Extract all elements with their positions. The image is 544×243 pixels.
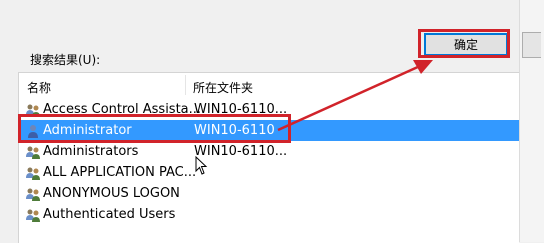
- dialog-background: [0, 0, 544, 30]
- item-name: ALL APPLICATION PAC...: [43, 165, 197, 180]
- list-item[interactable]: ANONYMOUS LOGON: [19, 183, 519, 204]
- list-item-selected[interactable]: Administrator WIN10-6110: [19, 120, 519, 141]
- column-header-folder[interactable]: 所在文件夹: [193, 79, 253, 96]
- column-header-name[interactable]: 名称: [27, 79, 51, 96]
- list-item[interactable]: Access Control Assista... WIN10-6110...: [19, 99, 519, 120]
- search-results-list[interactable]: 名称 所在文件夹 Access Control Assista... WIN10…: [18, 72, 519, 243]
- item-name: Access Control Assista...: [43, 102, 202, 117]
- group-users-icon: [26, 167, 40, 180]
- cancel-button[interactable]: [522, 32, 541, 58]
- item-name: ANONYMOUS LOGON: [43, 186, 180, 201]
- item-folder: WIN10-6110: [194, 123, 275, 138]
- list-item[interactable]: ALL APPLICATION PAC...: [19, 162, 519, 183]
- ok-button[interactable]: 确定: [424, 33, 508, 56]
- group-users-icon: [26, 146, 40, 159]
- search-results-label: 搜索结果(U):: [30, 53, 101, 67]
- column-divider[interactable]: [185, 75, 186, 95]
- group-users-icon: [26, 209, 40, 222]
- mouse-cursor-icon: [195, 156, 208, 175]
- list-item[interactable]: Authenticated Users: [19, 204, 519, 225]
- list-header: 名称 所在文件夹: [19, 73, 519, 95]
- item-name: Administrators: [43, 144, 139, 159]
- item-name: Administrator: [43, 123, 132, 138]
- user-icon: [28, 125, 38, 138]
- list-item[interactable]: Administrators WIN10-6110...: [19, 141, 519, 162]
- item-folder: WIN10-6110...: [194, 102, 288, 117]
- item-name: Authenticated Users: [43, 207, 176, 222]
- group-users-icon: [26, 104, 40, 117]
- group-users-icon: [26, 188, 40, 201]
